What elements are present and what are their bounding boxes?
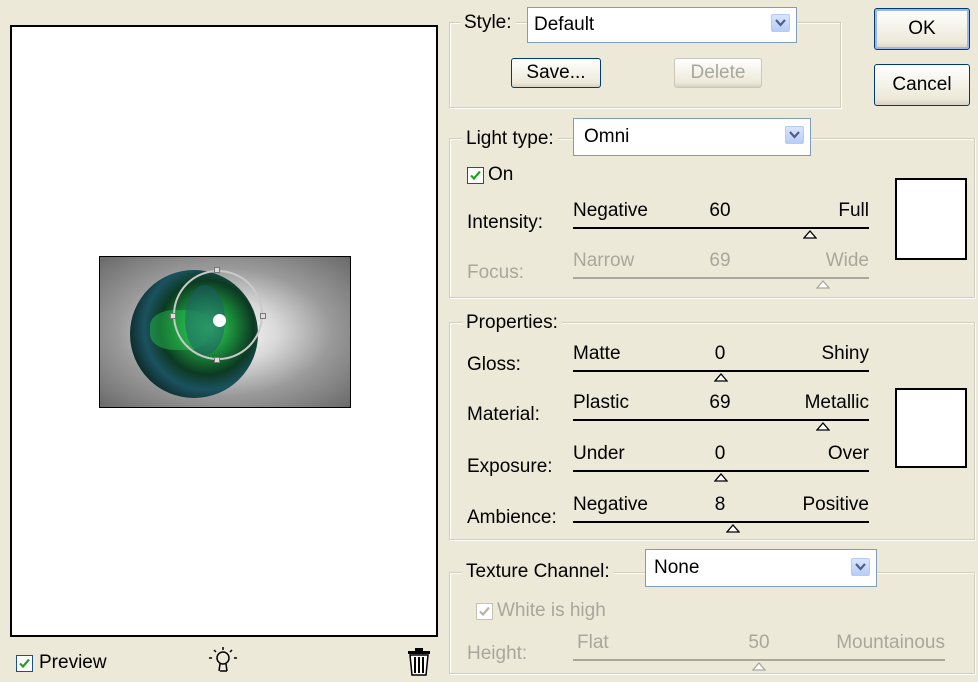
gloss-value: 0 <box>714 343 726 364</box>
exposure-max-label: Over <box>827 443 869 464</box>
focus-min-label: Narrow <box>573 250 635 271</box>
light-on-checkbox[interactable]: On <box>467 164 513 186</box>
gloss-thumb[interactable] <box>714 373 728 382</box>
material-value: 69 <box>709 392 731 413</box>
gloss-track[interactable] <box>573 370 869 372</box>
height-slider[interactable]: Flat 50 Mountainous <box>573 632 945 677</box>
texture-channel-dropdown-button[interactable] <box>851 558 870 576</box>
height-thumb[interactable] <box>752 662 766 671</box>
chevron-down-icon <box>789 131 800 139</box>
ambience-thumb[interactable] <box>725 524 740 533</box>
properties-label: Properties: <box>462 312 562 334</box>
intensity-value: 60 <box>709 200 731 221</box>
light-type-dropdown-button[interactable] <box>785 126 804 144</box>
exposure-slider[interactable]: Under 0 Over <box>573 443 869 497</box>
style-select[interactable]: Default <box>527 7 797 43</box>
checkmark-icon <box>479 606 490 616</box>
height-label: Height: <box>467 643 528 664</box>
light-type-select[interactable]: Omni <box>573 118 811 156</box>
texture-channel-value: None <box>654 557 700 578</box>
gloss-slider[interactable]: Matte 0 Shiny <box>573 343 869 397</box>
white-is-high-checkbox[interactable]: White is high <box>476 600 606 622</box>
preview-checkbox[interactable]: Preview <box>16 652 107 674</box>
save-button[interactable]: Save... <box>511 58 601 88</box>
light-on-check-box[interactable] <box>467 166 484 184</box>
focus-slider[interactable]: Narrow 69 Wide <box>573 250 869 304</box>
exposure-min-label: Under <box>573 443 625 464</box>
light-handle-top[interactable] <box>214 267 220 273</box>
cancel-button[interactable]: Cancel <box>874 64 970 106</box>
light-type-value: Omni <box>584 126 630 147</box>
checkmark-icon <box>19 658 30 668</box>
preview-label: Preview <box>39 652 107 673</box>
intensity-slider[interactable]: Negative 60 Full <box>573 200 869 254</box>
ambience-slider[interactable]: Negative 8 Positive <box>573 494 869 548</box>
focus-label: Focus: <box>467 262 525 283</box>
height-value: 50 <box>748 632 770 653</box>
gloss-max-label: Shiny <box>821 343 869 364</box>
ambience-color-swatch[interactable] <box>895 388 967 468</box>
light-on-label: On <box>488 164 514 185</box>
style-label: Style: <box>460 12 516 34</box>
light-type-label: Light type: <box>462 128 558 150</box>
light-center-handle[interactable] <box>213 314 226 327</box>
white-is-high-check-box[interactable] <box>476 602 493 620</box>
texture-channel-select[interactable]: None <box>645 549 877 587</box>
exposure-label: Exposure: <box>467 456 553 477</box>
intensity-thumb[interactable] <box>802 230 817 239</box>
focus-value: 69 <box>709 250 731 271</box>
material-track[interactable] <box>573 419 869 421</box>
exposure-thumb[interactable] <box>714 473 728 482</box>
material-slider[interactable]: Plastic 69 Metallic <box>573 392 869 446</box>
ambience-track[interactable] <box>573 521 869 523</box>
focus-thumb[interactable] <box>816 280 831 289</box>
light-handle-left[interactable] <box>170 313 176 319</box>
preview-check-box[interactable] <box>16 654 33 672</box>
light-handle-bottom[interactable] <box>214 357 220 363</box>
style-select-value: Default <box>534 14 595 35</box>
intensity-label: Intensity: <box>467 212 544 233</box>
height-min-label: Flat <box>577 632 609 653</box>
focus-max-label: Wide <box>825 250 869 271</box>
texture-channel-label: Texture Channel: <box>462 561 614 583</box>
material-label: Material: <box>467 404 540 425</box>
focus-track[interactable] <box>573 277 869 279</box>
ambience-min-label: Negative <box>573 494 648 515</box>
ok-button[interactable]: OK <box>874 8 970 50</box>
ambience-label: Ambience: <box>467 507 557 528</box>
intensity-track[interactable] <box>573 227 869 229</box>
exposure-track[interactable] <box>573 470 869 472</box>
light-handle-right[interactable] <box>260 313 266 319</box>
gloss-min-label: Matte <box>573 343 621 364</box>
chevron-down-icon <box>855 563 866 571</box>
intensity-max-label: Full <box>838 200 869 221</box>
material-max-label: Metallic <box>804 392 869 413</box>
gloss-label: Gloss: <box>467 354 521 375</box>
exposure-value: 0 <box>714 443 726 464</box>
ambience-max-label: Positive <box>802 494 869 515</box>
ambience-value: 8 <box>714 494 726 515</box>
lightbulb-icon[interactable] <box>206 646 240 680</box>
height-track[interactable] <box>573 659 945 661</box>
intensity-min-label: Negative <box>573 200 648 221</box>
material-thumb[interactable] <box>816 422 831 431</box>
chevron-down-icon <box>775 19 786 27</box>
material-min-label: Plastic <box>573 392 629 413</box>
style-dropdown-button[interactable] <box>771 14 790 32</box>
light-color-swatch[interactable] <box>895 178 967 260</box>
height-max-label: Mountainous <box>836 632 945 653</box>
white-is-high-label: White is high <box>497 600 606 621</box>
delete-button[interactable]: Delete <box>674 58 762 88</box>
checkmark-icon <box>470 170 481 180</box>
preview-image[interactable] <box>99 256 351 408</box>
